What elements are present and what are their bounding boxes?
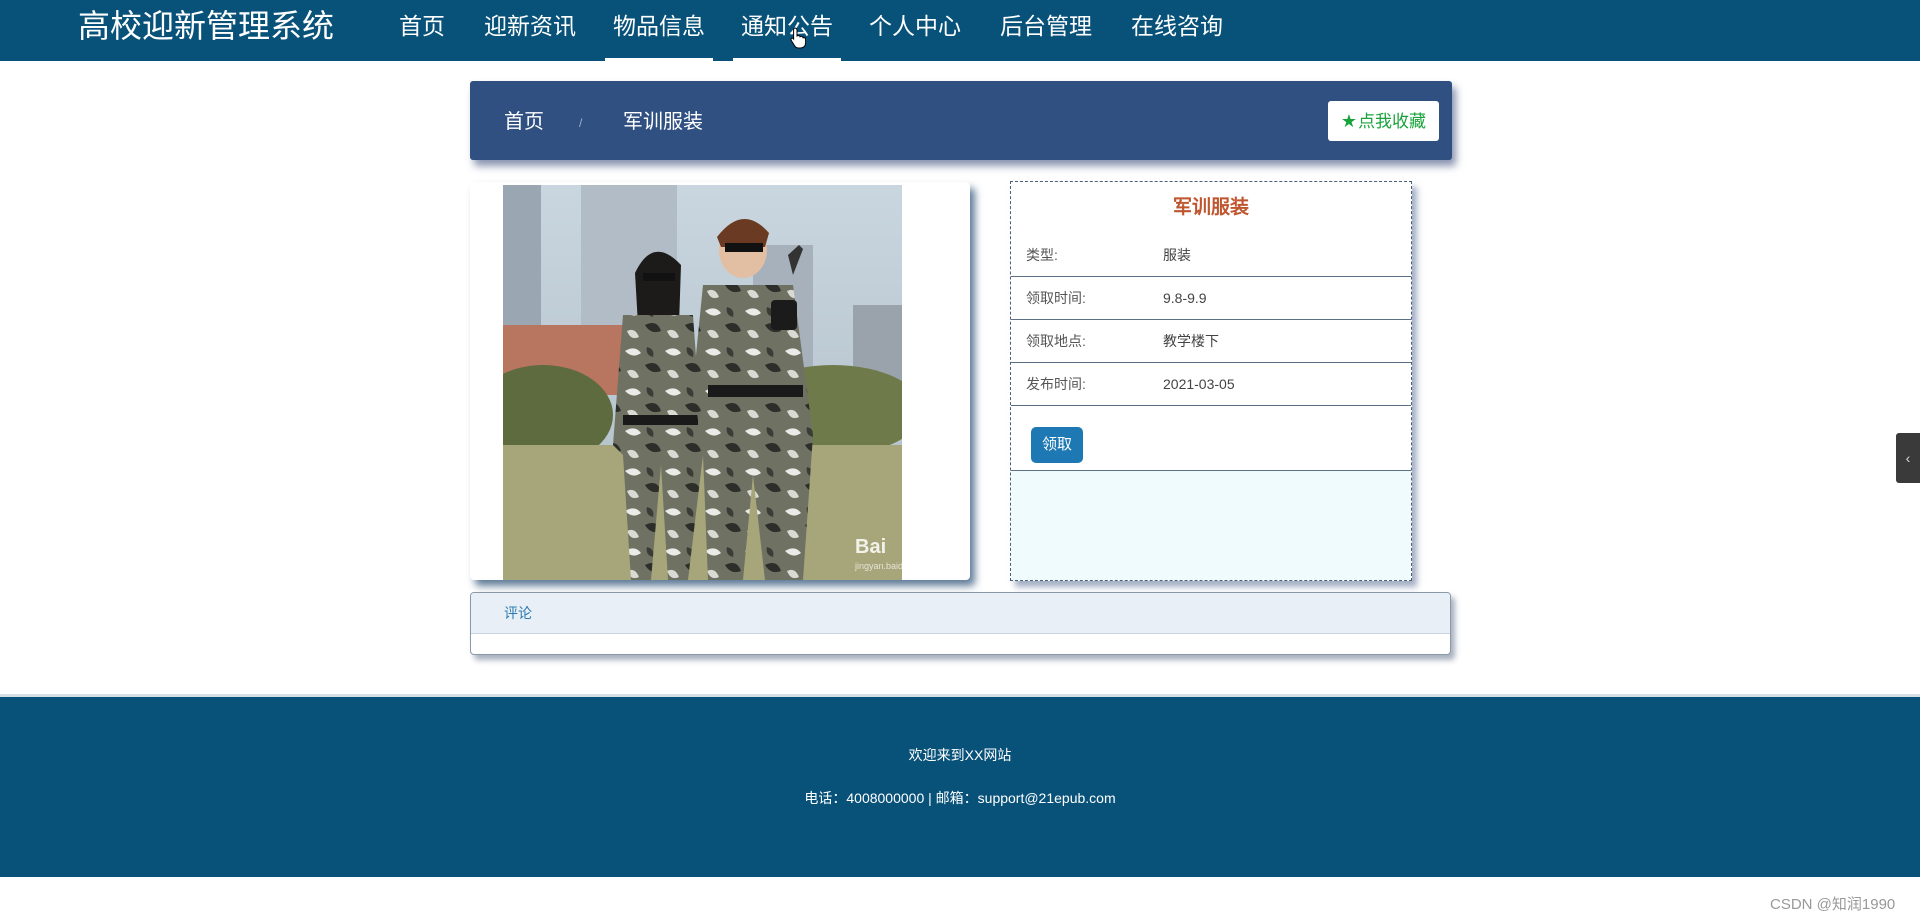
breadcrumb-separator: /	[579, 116, 583, 130]
breadcrumb-current: 军训服装	[623, 111, 703, 133]
nav-item-news[interactable]: 迎新资讯	[476, 0, 584, 58]
favorite-label: 点我收藏	[1358, 112, 1427, 131]
comments-panel: 评论	[470, 592, 1451, 655]
favorite-button[interactable]: ★点我收藏	[1328, 101, 1439, 141]
top-navbar: 高校迎新管理系统 首页 迎新资讯 物品信息 通知公告 个人中心 后台管理 在线咨…	[0, 0, 1920, 61]
detail-key: 发布时间:	[1026, 376, 1086, 392]
detail-action-row: 领取	[1011, 420, 1411, 471]
hand-cursor-icon	[790, 27, 806, 49]
detail-value: 服装	[1163, 247, 1191, 263]
detail-value: 2021-03-05	[1163, 376, 1235, 392]
detail-row-publish-time: 发布时间: 2021-03-05	[1011, 363, 1411, 406]
footer: 欢迎来到XX网站 电话：4008000000 | 邮箱：support@21ep…	[0, 694, 1920, 877]
photo-watermark-sub: jingyan.baidu.com	[854, 561, 902, 571]
chevron-left-icon: ‹	[1905, 450, 1911, 466]
footer-welcome: 欢迎来到XX网站	[908, 747, 1012, 763]
receive-button[interactable]: 领取	[1031, 427, 1083, 463]
detail-value: 教学楼下	[1163, 333, 1219, 349]
footer-contact: 电话：4008000000 | 邮箱：support@21epub.com	[804, 790, 1116, 806]
detail-key: 领取地点:	[1026, 333, 1086, 349]
detail-panel-filler	[1011, 471, 1411, 580]
side-panel-toggle[interactable]: ‹	[1896, 433, 1920, 483]
nav-item-consult[interactable]: 在线咨询	[1123, 0, 1231, 58]
breadcrumb-bar: 首页 / 军训服装 ★点我收藏	[470, 81, 1452, 160]
nav-item-admin[interactable]: 后台管理	[992, 0, 1100, 58]
detail-row-pickup-location: 领取地点: 教学楼下	[1011, 320, 1411, 363]
site-logo-title[interactable]: 高校迎新管理系统	[78, 6, 334, 46]
item-detail-panel: 军训服装 类型: 服装 领取时间: 9.8-9.9 领取地点: 教学楼下 发布时…	[1010, 181, 1412, 581]
comments-header: 评论	[471, 593, 1450, 634]
breadcrumb-home-link[interactable]: 首页	[504, 81, 544, 160]
item-title: 军训服装	[1172, 197, 1249, 218]
photo-watermark-brand: Bai	[855, 536, 886, 558]
detail-row-type: 类型: 服装	[1011, 234, 1411, 277]
detail-row-pickup-time: 领取时间: 9.8-9.9	[1011, 277, 1411, 320]
detail-value: 9.8-9.9	[1163, 290, 1207, 306]
item-photo: Bai jingyan.baidu.com	[503, 185, 902, 580]
detail-key: 类型:	[1026, 247, 1058, 263]
item-image-panel: Bai jingyan.baidu.com	[470, 182, 970, 580]
nav-item-items[interactable]: 物品信息	[605, 0, 713, 61]
nav-item-notices[interactable]: 通知公告	[733, 0, 841, 61]
comments-label[interactable]: 评论	[504, 593, 532, 633]
csdn-watermark: CSDN @知润1990	[1770, 896, 1896, 913]
nav-item-profile[interactable]: 个人中心	[861, 0, 969, 58]
star-icon: ★	[1340, 111, 1358, 131]
nav-item-home[interactable]: 首页	[389, 0, 455, 58]
detail-key: 领取时间:	[1026, 290, 1086, 306]
